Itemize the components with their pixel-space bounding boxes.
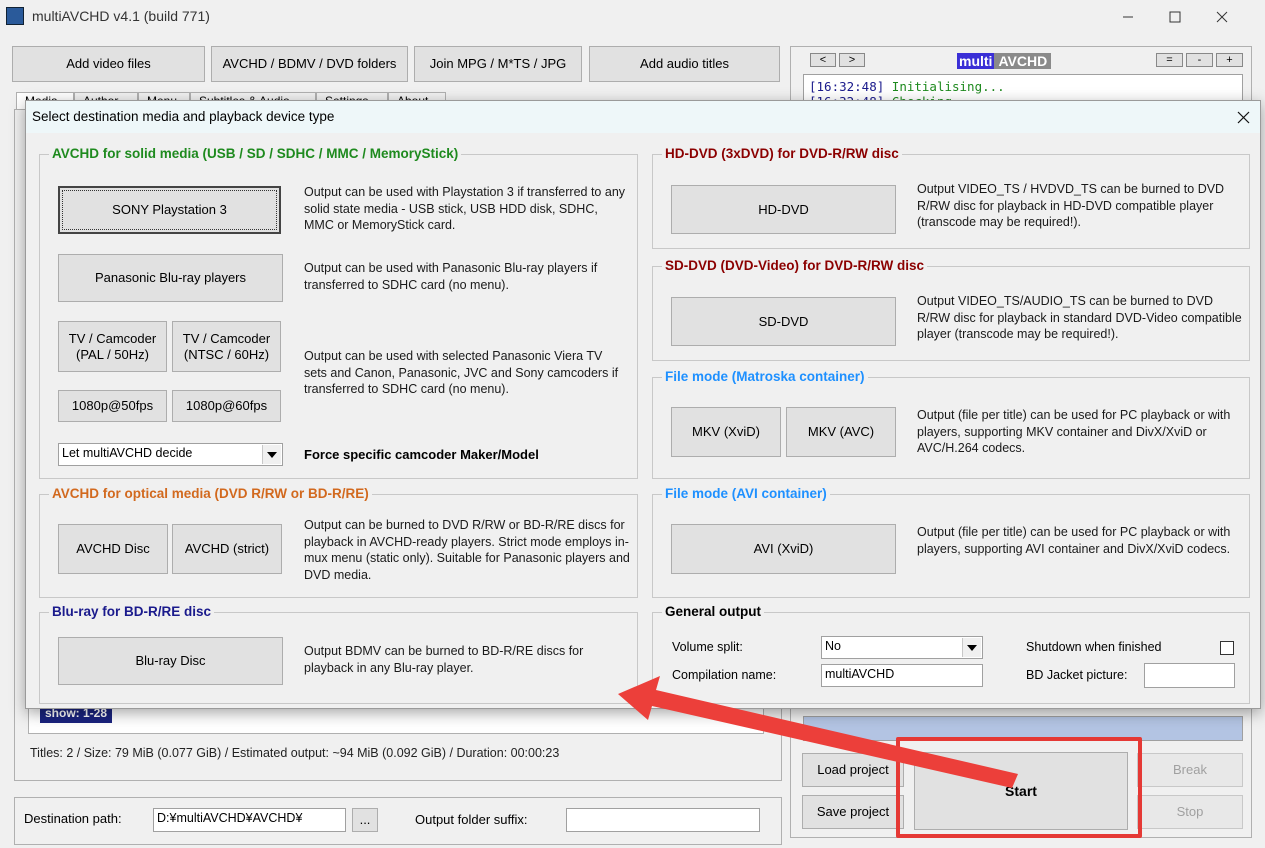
dialog-title-bar: Select destination media and playback de… bbox=[26, 101, 1260, 133]
app-icon bbox=[6, 7, 24, 25]
hddvd-description: Output VIDEO_TS / HVDVD_TS can be burned… bbox=[917, 182, 1225, 229]
minimize-button[interactable] bbox=[1105, 0, 1151, 34]
dialog-title: Select destination media and playback de… bbox=[32, 109, 335, 124]
window-title: multiAVCHD v4.1 (build 771) bbox=[32, 8, 210, 24]
tv-camcoder-pal-button[interactable]: TV / Camcoder (PAL / 50Hz) bbox=[58, 321, 167, 372]
avi-file-mode-title: File mode (AVI container) bbox=[662, 486, 830, 502]
avchd-folders-button[interactable]: AVCHD / BDMV / DVD folders bbox=[211, 46, 408, 82]
volume-split-select[interactable]: No bbox=[821, 636, 983, 659]
mkv-file-mode-group: File mode (Matroska container) MKV (XviD… bbox=[652, 369, 1250, 479]
sddvd-title: SD-DVD (DVD-Video) for DVD-R/RW disc bbox=[662, 258, 928, 274]
sddvd-description: Output VIDEO_TS/AUDIO_TS can be burned t… bbox=[917, 294, 1242, 341]
chevron-down-icon[interactable] bbox=[962, 638, 981, 657]
bluray-disc-button[interactable]: Blu-ray Disc bbox=[58, 637, 283, 685]
bd-jacket-picture-label: BD Jacket picture: bbox=[1026, 668, 1128, 682]
panasonic-description: Output can be used with Panasonic Blu-ra… bbox=[304, 261, 598, 292]
1080p60-button[interactable]: 1080p@60fps bbox=[172, 390, 281, 422]
avchd-solid-media-title: AVCHD for solid media (USB / SD / SDHC /… bbox=[49, 146, 462, 162]
stop-button[interactable]: Stop bbox=[1137, 795, 1243, 829]
bluray-group: Blu-ray for BD-R/RE disc Blu-ray Disc Ou… bbox=[39, 604, 638, 704]
destination-path-input[interactable]: D:¥multiAVCHD¥AVCHD¥ bbox=[153, 808, 346, 832]
volume-split-value: No bbox=[825, 639, 841, 653]
mkv-description: Output (file per title) can be used for … bbox=[917, 408, 1231, 455]
annotation-arrow-icon bbox=[618, 676, 1018, 788]
volume-split-label: Volume split: bbox=[672, 640, 743, 654]
join-files-button[interactable]: Join MPG / M*TS / JPG bbox=[414, 46, 582, 82]
shutdown-checkbox[interactable] bbox=[1220, 641, 1234, 655]
add-audio-titles-button[interactable]: Add audio titles bbox=[589, 46, 780, 82]
dialog-close-button[interactable] bbox=[1226, 101, 1260, 133]
chevron-down-icon[interactable] bbox=[262, 445, 281, 464]
break-button[interactable]: Break bbox=[1137, 753, 1243, 787]
avchd-strict-button[interactable]: AVCHD (strict) bbox=[172, 524, 282, 574]
bluray-title: Blu-ray for BD-R/RE disc bbox=[49, 604, 215, 620]
window-close-button[interactable] bbox=[1199, 0, 1245, 34]
shutdown-when-finished-label: Shutdown when finished bbox=[1026, 640, 1162, 654]
maximize-icon bbox=[1169, 11, 1181, 23]
force-maker-label: Force specific camcoder Maker/Model bbox=[304, 447, 539, 462]
tv-camcoder-description: Output can be used with selected Panason… bbox=[304, 349, 619, 396]
title-bar: multiAVCHD v4.1 (build 771) bbox=[0, 0, 1265, 34]
titles-summary: Titles: 2 / Size: 79 MiB (0.077 GiB) / E… bbox=[30, 746, 560, 760]
nav-next-button[interactable]: > bbox=[839, 53, 865, 67]
destination-dialog: Select destination media and playback de… bbox=[25, 100, 1261, 709]
camcoder-maker-value: Let multiAVCHD decide bbox=[62, 446, 193, 460]
sddvd-group: SD-DVD (DVD-Video) for DVD-R/RW disc SD-… bbox=[652, 258, 1250, 361]
bluray-description: Output BDMV can be burned to BD-R/RE dis… bbox=[304, 644, 584, 675]
camcoder-maker-select[interactable]: Let multiAVCHD decide bbox=[58, 443, 283, 466]
add-video-files-button[interactable]: Add video files bbox=[12, 46, 205, 82]
sony-playstation3-button[interactable]: SONY Playstation 3 bbox=[58, 186, 281, 234]
log-text: Initialising... bbox=[891, 79, 1005, 94]
avchd-disc-button[interactable]: AVCHD Disc bbox=[58, 524, 168, 574]
size-minus-button[interactable]: - bbox=[1186, 53, 1213, 67]
close-icon bbox=[1216, 11, 1228, 23]
hddvd-group: HD-DVD (3xDVD) for DVD-R/RW disc HD-DVD … bbox=[652, 146, 1250, 249]
nav-prev-button[interactable]: < bbox=[810, 53, 836, 67]
output-folder-suffix-label: Output folder suffix: bbox=[415, 812, 528, 827]
ps3-description: Output can be used with Playstation 3 if… bbox=[304, 185, 626, 232]
size-plus-button[interactable]: + bbox=[1216, 53, 1243, 67]
close-icon bbox=[1237, 111, 1249, 123]
minimize-icon bbox=[1123, 16, 1133, 18]
mkv-avc-button[interactable]: MKV (AVC) bbox=[786, 407, 896, 457]
maximize-button[interactable] bbox=[1152, 0, 1198, 34]
avchd-optical-description: Output can be burned to DVD R/RW or BD-R… bbox=[304, 518, 630, 582]
logo-text-avchd: AVCHD bbox=[994, 53, 1052, 69]
mkv-file-mode-title: File mode (Matroska container) bbox=[662, 369, 868, 385]
hddvd-title: HD-DVD (3xDVD) for DVD-R/RW disc bbox=[662, 146, 902, 162]
multiavchd-logo: multi AVCHD bbox=[957, 53, 1052, 69]
output-folder-suffix-input[interactable] bbox=[566, 808, 760, 832]
avchd-optical-media-title: AVCHD for optical media (DVD R/RW or BD-… bbox=[49, 486, 372, 502]
sddvd-button[interactable]: SD-DVD bbox=[671, 297, 896, 346]
general-output-title: General output bbox=[662, 604, 765, 620]
avi-xvid-button[interactable]: AVI (XviD) bbox=[671, 524, 896, 574]
avi-file-mode-group: File mode (AVI container) AVI (XviD) Out… bbox=[652, 486, 1250, 598]
tv-camcoder-ntsc-button[interactable]: TV / Camcoder (NTSC / 60Hz) bbox=[172, 321, 281, 372]
panasonic-bluray-button[interactable]: Panasonic Blu-ray players bbox=[58, 254, 283, 302]
logo-text-multi: multi bbox=[957, 53, 995, 69]
mkv-xvid-button[interactable]: MKV (XviD) bbox=[671, 407, 781, 457]
1080p50-button[interactable]: 1080p@50fps bbox=[58, 390, 167, 422]
bd-jacket-picture-input[interactable] bbox=[1144, 663, 1235, 688]
avchd-optical-media-group: AVCHD for optical media (DVD R/RW or BD-… bbox=[39, 486, 638, 598]
browse-destination-button[interactable]: ... bbox=[352, 808, 378, 832]
save-project-button[interactable]: Save project bbox=[802, 795, 904, 829]
size-equal-button[interactable]: = bbox=[1156, 53, 1183, 67]
hddvd-button[interactable]: HD-DVD bbox=[671, 185, 896, 234]
destination-path-label: Destination path: bbox=[24, 811, 122, 826]
log-line: [16:32:48] Initialising... bbox=[809, 79, 1237, 94]
avchd-solid-media-group: AVCHD for solid media (USB / SD / SDHC /… bbox=[39, 146, 638, 479]
avi-description: Output (file per title) can be used for … bbox=[917, 525, 1231, 556]
log-time: [16:32:48] bbox=[809, 79, 885, 94]
